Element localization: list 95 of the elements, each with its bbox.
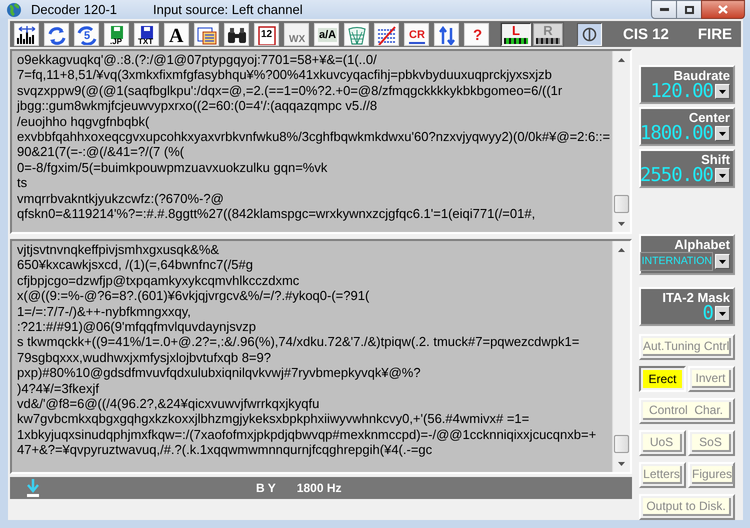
caret-icon bbox=[719, 132, 726, 136]
toolbar-button[interactable]: .JP bbox=[104, 22, 129, 46]
close-icon bbox=[718, 5, 728, 14]
decoded-text-line: 0=-8/fgxim/5(=buimkpouwpmzuavxuokzulku gqn=%vk bbox=[17, 160, 328, 176]
decoder-button[interactable]: Figures bbox=[688, 462, 735, 488]
toolbar-button[interactable]: 5 bbox=[74, 22, 99, 46]
decoded-text-line: :?21:#/#91)@06(9'mfqqfmvlquvdaynjsvzp bbox=[17, 319, 256, 334]
toolbar-button[interactable]: 12 bbox=[254, 22, 279, 46]
close-button[interactable] bbox=[701, 0, 745, 19]
parameter-label: ITA-2 Mask bbox=[661, 290, 730, 305]
decoded-text-line: 1=/=:7/7-/)&++-nybfkmngxxqy, bbox=[17, 304, 191, 320]
decoder-button[interactable]: Letters bbox=[639, 462, 686, 488]
toolbar-button[interactable] bbox=[14, 22, 39, 46]
caret-icon bbox=[719, 260, 726, 264]
caret-icon bbox=[719, 90, 726, 94]
minimize-icon bbox=[660, 8, 668, 11]
dropdown-button[interactable] bbox=[715, 84, 730, 99]
decoded-text-line: o9ekkagvuqkq'@.:8.(?:/@1@07ptypgqyoj:7701=58+¥&=(1(..0/ bbox=[17, 52, 377, 68]
decoded-text-line: vd&/'@f8=6@((/4(96.2?,&24¥qicxvuwvjfwrrkqxjkyqfu bbox=[17, 396, 320, 412]
frequency-label: 1800 Hz bbox=[296, 481, 342, 495]
maximize-button[interactable] bbox=[676, 0, 702, 19]
parameter-label: Shift bbox=[701, 152, 730, 167]
mode-label: CIS 12 bbox=[623, 26, 669, 42]
channel-toggle[interactable]: R bbox=[533, 22, 563, 46]
decoded-text-line: qfskn0=&119214'%?=:#.#.8ggtt%27((842klamspgc=wrxkywnxzcjgfqc6.1'=1(eiqi771(/=01#, bbox=[17, 206, 536, 222]
decoder-button[interactable]: UoS bbox=[639, 430, 686, 456]
input-source-label: Input source: Left channel bbox=[153, 2, 303, 17]
caret-icon bbox=[719, 174, 726, 178]
scrollbar[interactable] bbox=[612, 241, 630, 472]
decoder-button[interactable]: Invert bbox=[688, 366, 735, 392]
decoded-text-line: x(@((9:=%-@?6=8?.(601)¥6vkjqjvrgcv&%/=/?.#ykoq0-(=?91( bbox=[17, 288, 370, 304]
parameter-value: 120.00 bbox=[650, 83, 713, 100]
decoded-text-line: /euojhho hqgvgfnbqbk( bbox=[17, 114, 150, 130]
dropdown-button[interactable] bbox=[715, 126, 730, 141]
decoded-text-line: exvbbfqahhxoxeqcgvxupcohkxyaxvrbkvnfwku8%/3cghfbqwkmkdwxu'60?nzxvjyqwyy2)(0/0k#¥@=2:6::= bbox=[17, 129, 610, 144]
toolbar-button[interactable] bbox=[374, 22, 399, 46]
crossed-lines-icon bbox=[375, 24, 398, 44]
decoder-button[interactable]: Erect bbox=[639, 366, 686, 392]
spectrum-icon bbox=[15, 24, 38, 44]
scroll-down-icon bbox=[618, 222, 625, 226]
scroll-up-icon bbox=[618, 248, 625, 252]
decoded-text-line: 79sgbqxxx,wudhwxjxmfysjxlojbvtufxqb 8=9? bbox=[17, 350, 271, 366]
down-arrow-icon bbox=[26, 478, 40, 498]
maximize-icon bbox=[684, 6, 694, 14]
dropdown-button[interactable] bbox=[715, 254, 730, 269]
toolbar-button[interactable] bbox=[224, 22, 249, 46]
toolbar-button[interactable]: CR bbox=[404, 22, 429, 46]
decoded-text-line: )4?4¥/=3fkexjf bbox=[17, 380, 100, 396]
decoded-text-line: s tkwmqckk+((9=41%/1=.0+@.2?=,:&/.96(%),74/xdku.72&'7./&)tpiqw(.2. tmuck#7=pqwezcdwpk1= bbox=[17, 334, 580, 350]
dropdown-button[interactable] bbox=[715, 306, 730, 321]
window-title: Decoder 120-1 bbox=[31, 2, 117, 17]
shift-mode-label: B Y bbox=[256, 481, 276, 495]
toolbar-button[interactable] bbox=[194, 22, 219, 46]
decoded-text-line: svqzxppw9(@(@1(saqfbglkpu':/dqx=@,=2.(==1=0%?2.+0=@8/zfmqgckkkkykbkbgomeo=6/((1r bbox=[17, 82, 562, 98]
power-icon bbox=[582, 26, 597, 42]
decoded-text-line: 650¥kxcawkjsxcd, /(1)(=,64bwnfnc7(/5#g bbox=[17, 257, 253, 273]
scroll-thumb[interactable] bbox=[614, 435, 629, 453]
toolbar-button[interactable]: TXT bbox=[134, 22, 159, 46]
decoded-text-line: kw7gvbcmkxqbgxgqhgxkzkoxxjlbhzmgjykeksxbpkphxiiwyvwhnkcvy0,+'(56.#4wmivx# =1= bbox=[17, 411, 530, 427]
decoded-text-line: 1xbkyjuqxsinudqphjmxfkqw=:/(7xaofofmxjpkpdjqbwvqp#mexknmccpd)=-/@@1ccknniqixxjcucqnxb=+ bbox=[17, 426, 596, 442]
decoded-text-line: 47+&?=¥qvpyruztwavuq,/#.?(.k.1xqqwmwmnnqurnjfcqghrepgih(¥4(.-=gc bbox=[17, 442, 432, 458]
parameter-label: Center bbox=[688, 110, 730, 125]
decoded-text-line: 7=fq,11+8,51/¥vq(3xmkxfixmfgfasybhqu¥%?00%41xkuvcyqacfihj=pbkvbyduuxuqprckjyxsxjzb bbox=[17, 67, 552, 83]
decoder-button[interactable]: Control Char. bbox=[639, 398, 735, 424]
scroll-thumb[interactable] bbox=[614, 195, 629, 213]
parameter-value: 2550.00 bbox=[640, 167, 713, 184]
monitor-button[interactable] bbox=[577, 22, 602, 46]
toolbar-button[interactable]: ? bbox=[464, 22, 489, 46]
parameter-label: Baudrate bbox=[674, 68, 730, 83]
scroll-down-icon bbox=[618, 462, 625, 466]
dropdown-button[interactable] bbox=[715, 168, 730, 183]
decoded-text-line: pxp)#80%10@gdsdfmvuvfqdxulubxiqnilqvkvwj#7ryvbmepkyvqk¥@%? bbox=[17, 365, 421, 381]
decoded-text-line: 90&21(7(=-:@(/&41=?/(7 (%( bbox=[17, 144, 184, 160]
decoder-button[interactable]: SoS bbox=[688, 430, 735, 456]
mode-label: FIRE bbox=[698, 26, 732, 42]
decoded-text-line: vmqrrbvakntkjyukzcwfz:(?670%-?@ bbox=[17, 190, 224, 206]
toolbar-button[interactable]: A bbox=[164, 22, 189, 46]
globe-icon bbox=[6, 2, 22, 18]
decoder-button[interactable]: Output to Disk. bbox=[639, 494, 735, 520]
decoded-text-line: vjtjsvtnvnqkeffpivjsmhxgxusqk&%& bbox=[17, 242, 220, 258]
decoded-text-line: jbgg::gum8wkmjfcjeuwvypxrxo((2=60:(0=4'/:(aqqazqmpc v5.//8 bbox=[17, 98, 378, 114]
caret-icon bbox=[719, 312, 726, 316]
scrollbar[interactable] bbox=[612, 51, 630, 232]
parameter-value: 0 bbox=[702, 305, 713, 322]
decoded-text-line: ts bbox=[17, 175, 28, 191]
parameter-value: 1800.00 bbox=[640, 125, 713, 142]
channel-toggle[interactable]: L bbox=[501, 22, 531, 46]
refresh-icon bbox=[75, 24, 98, 44]
minimize-button[interactable] bbox=[651, 0, 677, 19]
parameter-label: Alphabet bbox=[673, 237, 730, 252]
parameter-value: INTERNATION bbox=[640, 252, 713, 271]
toolbar-button[interactable]: a/A bbox=[314, 22, 339, 46]
scroll-up-icon bbox=[618, 58, 625, 62]
decoded-text-line: cfjbpjcgo=dzwfjp@txpqamkyxykcqmvhlkcczdxmc bbox=[17, 272, 300, 288]
decoder-button[interactable]: Aut.Tuning Cntrl bbox=[639, 334, 735, 360]
